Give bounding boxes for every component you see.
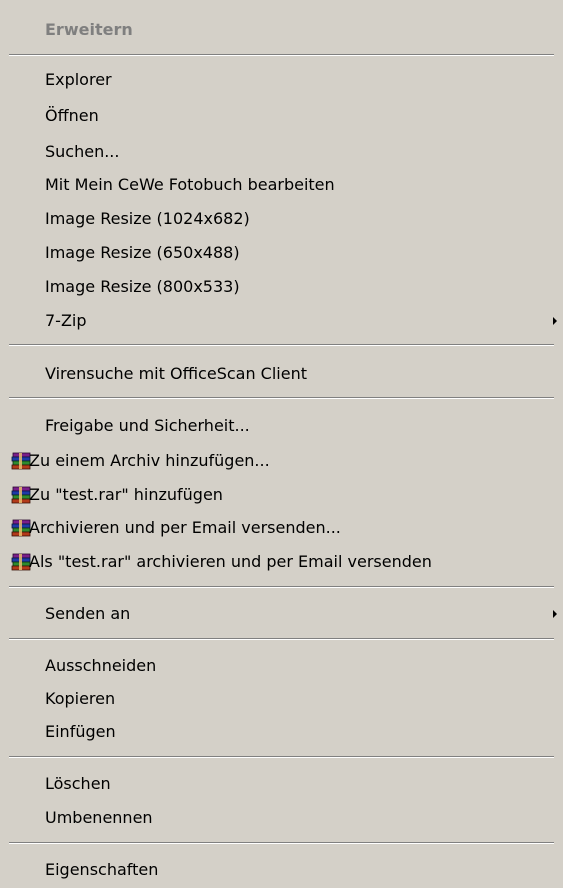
menu-item-label: Umbenennen [45,808,153,827]
menu-item-label: Freigabe und Sicherheit... [45,416,250,435]
menu-item-cewe-fotobuch[interactable]: Mit Mein CeWe Fotobuch bearbeiten [0,167,563,203]
menu-item-freigabe[interactable]: Freigabe und Sicherheit... [0,408,563,444]
context-menu: Erweitern Explorer Öffnen Suchen... Mit … [0,0,563,887]
submenu-arrow-icon [553,317,557,325]
menu-separator [9,54,554,56]
menu-item-zu-archiv-hinzufuegen[interactable]: Zu einem Archiv hinzufügen... [0,443,563,479]
menu-item-label: Suchen... [45,142,120,161]
menu-item-label: Als "test.rar" archivieren und per Email… [29,552,432,571]
menu-item-senden-an[interactable]: Senden an [0,596,563,632]
menu-item-label: Virensuche mit OfficeScan Client [45,364,307,383]
menu-item-label: Zu einem Archiv hinzufügen... [29,451,270,470]
menu-item-image-resize-800[interactable]: Image Resize (800x533) [0,269,563,305]
menu-item-label: Einfügen [45,722,116,741]
menu-item-zu-test-rar-hinzufuegen[interactable]: Zu "test.rar" hinzufügen [0,477,563,513]
menu-item-label: Zu "test.rar" hinzufügen [29,485,223,504]
menu-item-virensuche[interactable]: Virensuche mit OfficeScan Client [0,356,563,392]
menu-item-label: Mit Mein CeWe Fotobuch bearbeiten [45,175,335,194]
menu-item-eigenschaften[interactable]: Eigenschaften [0,852,563,888]
menu-item-oeffnen[interactable]: Öffnen [0,98,563,134]
menu-item-label: Image Resize (800x533) [45,277,240,296]
menu-item-label: Erweitern [45,20,133,39]
menu-item-umbenennen[interactable]: Umbenennen [0,800,563,836]
submenu-arrow-icon [553,610,557,618]
menu-item-label: Kopieren [45,689,116,708]
menu-separator [9,842,554,844]
menu-item-label: 7-Zip [45,311,87,330]
menu-item-image-resize-650[interactable]: Image Resize (650x488) [0,235,563,271]
menu-item-kopieren[interactable]: Kopieren [0,681,563,717]
menu-item-label: Archivieren und per Email versenden... [29,518,341,537]
menu-item-label: Ausschneiden [45,656,157,675]
menu-separator [9,756,554,758]
menu-separator [9,586,554,588]
menu-item-ausschneiden[interactable]: Ausschneiden [0,648,563,684]
menu-item-label: Senden an [45,604,131,623]
menu-item-label: Eigenschaften [45,860,159,879]
menu-separator [9,397,554,399]
menu-item-loeschen[interactable]: Löschen [0,766,563,802]
menu-item-explorer[interactable]: Explorer [0,62,563,98]
menu-separator [9,344,554,346]
menu-item-label: Explorer [45,70,112,89]
menu-separator [9,638,554,640]
menu-item-archivieren-email[interactable]: Archivieren und per Email versenden... [0,510,563,546]
menu-item-label: Image Resize (650x488) [45,243,240,262]
menu-item-erweitern[interactable]: Erweitern [0,12,563,48]
menu-item-7zip[interactable]: 7-Zip [0,303,563,339]
menu-item-label: Image Resize (1024x682) [45,209,250,228]
menu-item-einfuegen[interactable]: Einfügen [0,714,563,750]
menu-item-suchen[interactable]: Suchen... [0,134,563,170]
menu-item-image-resize-1024[interactable]: Image Resize (1024x682) [0,201,563,237]
menu-item-label: Löschen [45,774,111,793]
menu-item-test-rar-archivieren-email[interactable]: Als "test.rar" archivieren und per Email… [0,544,563,580]
menu-item-label: Öffnen [45,106,99,125]
